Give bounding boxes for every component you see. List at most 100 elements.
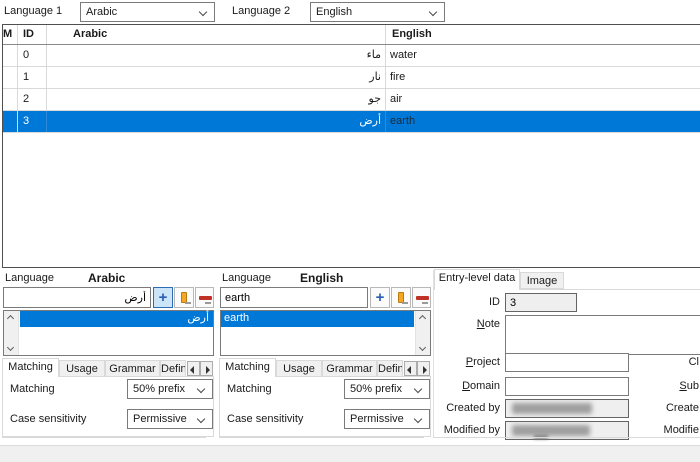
remove-icon [199, 296, 212, 300]
tab-usage[interactable]: Usage [276, 360, 322, 377]
redacted-text [512, 403, 592, 414]
table-row[interactable]: 2 جو air [3, 89, 700, 111]
scrollbar[interactable] [4, 311, 19, 355]
english-term-input[interactable] [220, 287, 368, 308]
remove-icon-dash [205, 302, 211, 304]
delete-term-button[interactable] [195, 287, 214, 308]
matching-select[interactable]: 50% prefix [127, 379, 213, 399]
case-sensitivity-select[interactable]: Permissive [344, 409, 430, 429]
row-marker-cell [3, 45, 18, 66]
add-term-button[interactable]: + [370, 287, 390, 308]
tab-entry-level-data[interactable]: Entry-level data [434, 269, 520, 290]
panel-divider [433, 437, 700, 438]
cell-id[interactable]: 0 [18, 45, 47, 66]
note-label: Note [434, 318, 500, 330]
tab-grammar[interactable]: Grammar [105, 360, 160, 377]
chevron-down-icon [414, 385, 422, 393]
created-by-label: Created by [434, 402, 500, 414]
subdomain-label-rest: ub [687, 380, 699, 392]
note-field[interactable] [505, 315, 700, 355]
table-row-selected[interactable]: 3 أرض earth [3, 111, 700, 133]
language2-select[interactable]: English [310, 2, 445, 22]
cell-english[interactable]: air [386, 89, 700, 110]
id-field[interactable] [505, 293, 577, 312]
language-toolbar: Language 1 Arabic Language 2 English [0, 0, 700, 24]
tab-definition[interactable]: Defin [160, 360, 186, 377]
cell-english[interactable]: water [386, 45, 700, 66]
remove-icon [416, 296, 429, 300]
created-by-field[interactable] [505, 399, 629, 418]
case-sensitivity-label: Case sensitivity [227, 413, 303, 425]
cell-id[interactable]: 2 [18, 89, 47, 110]
arabic-term-input[interactable] [3, 287, 151, 308]
scroll-up-icon[interactable] [419, 315, 426, 322]
cell-arabic[interactable]: أرض [47, 111, 386, 132]
column-header-id[interactable]: ID [18, 25, 47, 44]
domain-label-rest: omain [470, 380, 500, 392]
tab-matching[interactable]: Matching [219, 358, 276, 377]
project-label: Project [434, 356, 500, 368]
cell-english[interactable]: earth [386, 111, 700, 132]
cell-id[interactable]: 1 [18, 67, 47, 88]
tab-usage[interactable]: Usage [59, 360, 105, 377]
note-label-mnemonic: N [477, 318, 485, 330]
column-header-english[interactable]: English [386, 25, 700, 44]
tab-scroll-right-button[interactable] [200, 361, 213, 376]
scroll-down-icon[interactable] [7, 344, 14, 351]
language2-value: English [316, 6, 352, 18]
language1-value: Arabic [86, 6, 117, 18]
word-table: M ID Arabic English 0 ماء water 1 نار fi… [2, 24, 700, 268]
english-term-list[interactable]: earth [220, 310, 431, 356]
tab-scroll-right-icon [423, 366, 427, 374]
delete-term-button[interactable] [412, 287, 431, 308]
table-header: M ID Arabic English [3, 25, 700, 45]
domain-field[interactable] [505, 377, 629, 396]
add-term-button[interactable]: + [153, 287, 173, 308]
scroll-down-icon[interactable] [419, 344, 426, 351]
scrollbar[interactable] [415, 311, 430, 355]
table-row[interactable]: 1 نار fire [3, 67, 700, 89]
language1-select[interactable]: Arabic [80, 2, 215, 22]
tab-image[interactable]: Image [520, 272, 564, 289]
case-sensitivity-select[interactable]: Permissive [127, 409, 213, 429]
row-marker-cell [3, 89, 18, 110]
edit-term-button[interactable] [391, 287, 411, 308]
class-label-cut: Cl [642, 356, 699, 368]
panel-divider [219, 437, 424, 438]
table-row[interactable]: 0 ماء water [3, 45, 700, 67]
scroll-up-icon[interactable] [7, 315, 14, 322]
status-bar [0, 445, 700, 462]
list-item-selected[interactable]: أرض [20, 311, 213, 327]
language2-label: Language 2 [232, 5, 290, 17]
project-label-mnemonic: P [466, 356, 473, 368]
cell-arabic[interactable]: نار [47, 67, 386, 88]
project-field[interactable] [505, 353, 629, 372]
edit-icon-dash [402, 302, 408, 304]
tab-scroll-left-button[interactable] [404, 361, 417, 376]
language-label: Language [5, 272, 54, 284]
cell-arabic[interactable]: ماء [47, 45, 386, 66]
chevron-down-icon [429, 8, 437, 16]
tab-matching[interactable]: Matching [2, 358, 59, 377]
subdomain-label-mnemonic: S [679, 380, 686, 392]
matching-select[interactable]: 50% prefix [344, 379, 430, 399]
arabic-term-list[interactable]: أرض [3, 310, 214, 356]
tab-scroll-left-button[interactable] [187, 361, 200, 376]
column-header-arabic[interactable]: Arabic [47, 25, 386, 44]
tab-definition[interactable]: Defin [377, 360, 403, 377]
matching-label: Matching [227, 383, 272, 395]
tab-grammar[interactable]: Grammar [322, 360, 377, 377]
note-label-rest: ote [485, 318, 500, 330]
add-icon: + [159, 293, 168, 303]
cell-arabic[interactable]: جو [47, 89, 386, 110]
matching-value: 50% prefix [350, 383, 402, 395]
cell-id[interactable]: 3 [18, 111, 47, 132]
tab-scroll-right-button[interactable] [417, 361, 430, 376]
column-header-m[interactable]: M [3, 25, 18, 44]
list-item-selected[interactable]: earth [221, 311, 414, 327]
edit-term-button[interactable] [174, 287, 194, 308]
matching-value: 50% prefix [133, 383, 185, 395]
case-sensitivity-label: Case sensitivity [10, 413, 86, 425]
cell-english[interactable]: fire [386, 67, 700, 88]
tab-scroll-left-icon [190, 366, 194, 374]
